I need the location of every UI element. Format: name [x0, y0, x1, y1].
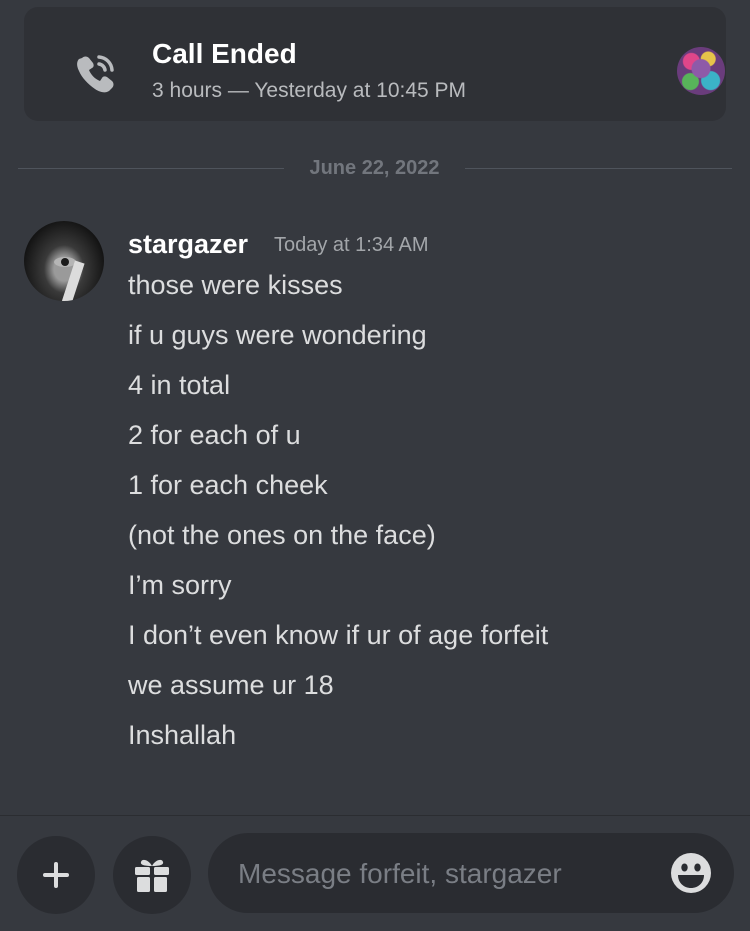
- message-input-container[interactable]: [208, 833, 734, 915]
- message-line: if u guys were wondering: [128, 320, 427, 350]
- add-attachment-button[interactable]: [17, 836, 95, 914]
- message-username[interactable]: stargazer: [128, 229, 248, 260]
- phone-call-icon: [77, 55, 114, 93]
- message-line: we assume ur 18: [128, 670, 334, 700]
- message-lines: those were kisses if u guys were wonderi…: [128, 266, 548, 766]
- call-title: Call Ended: [152, 38, 297, 69]
- date-divider-line-right: [465, 168, 732, 169]
- emoji-icon[interactable]: [670, 852, 712, 894]
- message-line: 2 for each of u: [128, 420, 301, 450]
- message-line: those were kisses: [128, 270, 343, 300]
- date-divider-line-left: [18, 168, 284, 169]
- gift-icon: [135, 859, 169, 892]
- message-line: I don’t even know if ur of age forfeit: [128, 620, 549, 650]
- date-divider: June 22, 2022: [309, 157, 440, 179]
- plus-icon: [43, 862, 69, 888]
- message-line: 4 in total: [128, 370, 231, 400]
- user-avatar[interactable]: [24, 221, 104, 301]
- message-line: Inshallah: [128, 720, 237, 750]
- call-ended-card: Call Ended 3 hours — Yesterday at 10:45 …: [24, 7, 726, 121]
- participant-avatar[interactable]: [677, 47, 725, 95]
- message-line: 1 for each cheek: [128, 470, 328, 500]
- gift-button[interactable]: [113, 836, 191, 914]
- message-timestamp: Today at 1:34 AM: [274, 234, 429, 256]
- message-line: (not the ones on the face): [128, 520, 436, 550]
- message-input[interactable]: [236, 833, 660, 915]
- call-duration: 3 hours — Yesterday at 10:45 PM: [152, 79, 467, 102]
- message-line: I’m sorry: [128, 570, 232, 600]
